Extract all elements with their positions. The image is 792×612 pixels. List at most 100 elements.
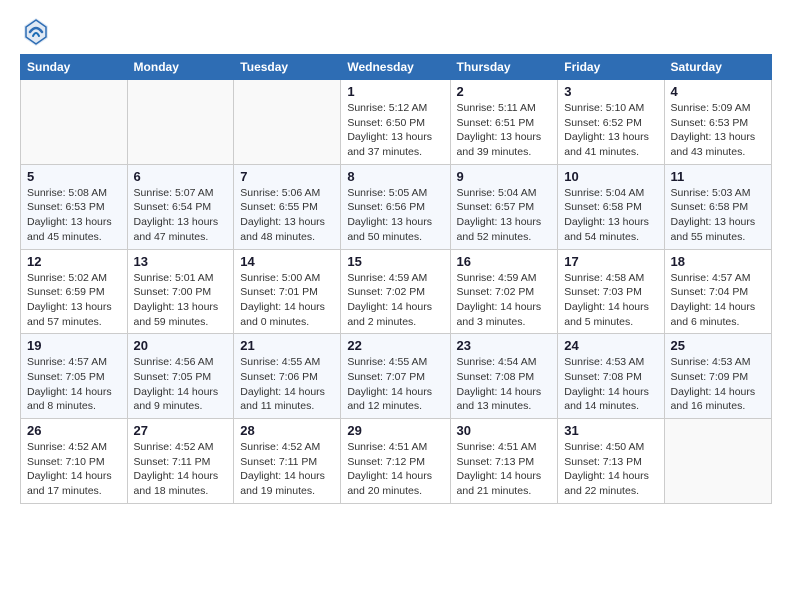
cell-date: 19: [27, 338, 121, 353]
calendar-cell: 6 Sunrise: 5:07 AM Sunset: 6:54 PM Daylig…: [127, 164, 234, 249]
cell-info: Sunrise: 5:10 AM Sunset: 6:52 PM Dayligh…: [564, 101, 657, 160]
calendar-cell: 30 Sunrise: 4:51 AM Sunset: 7:13 PM Dayli…: [450, 419, 558, 504]
cell-info: Sunrise: 5:02 AM Sunset: 6:59 PM Dayligh…: [27, 271, 121, 330]
cell-info: Sunrise: 4:59 AM Sunset: 7:02 PM Dayligh…: [457, 271, 552, 330]
day-header-tuesday: Tuesday: [234, 55, 341, 80]
cell-date: 3: [564, 84, 657, 99]
cell-date: 24: [564, 338, 657, 353]
cell-info: Sunrise: 5:03 AM Sunset: 6:58 PM Dayligh…: [671, 186, 765, 245]
calendar-cell: 13 Sunrise: 5:01 AM Sunset: 7:00 PM Dayli…: [127, 249, 234, 334]
cell-info: Sunrise: 4:55 AM Sunset: 7:06 PM Dayligh…: [240, 355, 334, 414]
cell-info: Sunrise: 5:11 AM Sunset: 6:51 PM Dayligh…: [457, 101, 552, 160]
cell-date: 1: [347, 84, 443, 99]
cell-date: 17: [564, 254, 657, 269]
calendar-cell: [234, 80, 341, 165]
page-header: [20, 16, 772, 44]
calendar-cell: [21, 80, 128, 165]
cell-date: 16: [457, 254, 552, 269]
cell-info: Sunrise: 4:53 AM Sunset: 7:09 PM Dayligh…: [671, 355, 765, 414]
calendar-cell: 12 Sunrise: 5:02 AM Sunset: 6:59 PM Dayli…: [21, 249, 128, 334]
logo: [20, 16, 52, 44]
cell-info: Sunrise: 4:52 AM Sunset: 7:11 PM Dayligh…: [240, 440, 334, 499]
calendar-cell: 10 Sunrise: 5:04 AM Sunset: 6:58 PM Dayli…: [558, 164, 664, 249]
cell-info: Sunrise: 4:59 AM Sunset: 7:02 PM Dayligh…: [347, 271, 443, 330]
cell-date: 21: [240, 338, 334, 353]
cell-info: Sunrise: 5:05 AM Sunset: 6:56 PM Dayligh…: [347, 186, 443, 245]
cell-date: 28: [240, 423, 334, 438]
cell-date: 8: [347, 169, 443, 184]
calendar-cell: 31 Sunrise: 4:50 AM Sunset: 7:13 PM Dayli…: [558, 419, 664, 504]
calendar-cell: 14 Sunrise: 5:00 AM Sunset: 7:01 PM Dayli…: [234, 249, 341, 334]
cell-info: Sunrise: 5:04 AM Sunset: 6:58 PM Dayligh…: [564, 186, 657, 245]
calendar-cell: 22Sunrise: 4:55 AM Sunset: 7:07 PM Dayli…: [341, 334, 450, 419]
cell-date: 14: [240, 254, 334, 269]
cell-info: Sunrise: 5:12 AM Sunset: 6:50 PM Dayligh…: [347, 101, 443, 160]
cell-date: 29: [347, 423, 443, 438]
calendar-cell: [127, 80, 234, 165]
cell-date: 26: [27, 423, 121, 438]
cell-date: 6: [134, 169, 228, 184]
cell-date: 30: [457, 423, 552, 438]
calendar-cell: 8 Sunrise: 5:05 AM Sunset: 6:56 PM Daylig…: [341, 164, 450, 249]
cell-date: 27: [134, 423, 228, 438]
cell-info: Sunrise: 4:51 AM Sunset: 7:13 PM Dayligh…: [457, 440, 552, 499]
cell-info: Sunrise: 5:04 AM Sunset: 6:57 PM Dayligh…: [457, 186, 552, 245]
calendar-cell: 7 Sunrise: 5:06 AM Sunset: 6:55 PM Daylig…: [234, 164, 341, 249]
cell-info: Sunrise: 4:57 AM Sunset: 7:04 PM Dayligh…: [671, 271, 765, 330]
calendar-cell: 11 Sunrise: 5:03 AM Sunset: 6:58 PM Dayli…: [664, 164, 771, 249]
day-header-sunday: Sunday: [21, 55, 128, 80]
calendar-week-2: 5 Sunrise: 5:08 AM Sunset: 6:53 PM Daylig…: [21, 164, 772, 249]
calendar-cell: [664, 419, 771, 504]
calendar-cell: 28 Sunrise: 4:52 AM Sunset: 7:11 PM Dayli…: [234, 419, 341, 504]
cell-info: Sunrise: 5:06 AM Sunset: 6:55 PM Dayligh…: [240, 186, 334, 245]
cell-date: 9: [457, 169, 552, 184]
cell-date: 31: [564, 423, 657, 438]
calendar-cell: 17 Sunrise: 4:58 AM Sunset: 7:03 PM Dayli…: [558, 249, 664, 334]
cell-info: Sunrise: 4:51 AM Sunset: 7:12 PM Dayligh…: [347, 440, 443, 499]
cell-info: Sunrise: 4:50 AM Sunset: 7:13 PM Dayligh…: [564, 440, 657, 499]
cell-info: Sunrise: 4:53 AM Sunset: 7:08 PM Dayligh…: [564, 355, 657, 414]
cell-info: Sunrise: 4:57 AM Sunset: 7:05 PM Dayligh…: [27, 355, 121, 414]
calendar-header-row: SundayMondayTuesdayWednesdayThursdayFrid…: [21, 55, 772, 80]
calendar-table: SundayMondayTuesdayWednesdayThursdayFrid…: [20, 54, 772, 504]
calendar-cell: 4Sunrise: 5:09 AM Sunset: 6:53 PM Daylig…: [664, 80, 771, 165]
day-header-saturday: Saturday: [664, 55, 771, 80]
calendar-cell: 23Sunrise: 4:54 AM Sunset: 7:08 PM Dayli…: [450, 334, 558, 419]
cell-date: 13: [134, 254, 228, 269]
cell-info: Sunrise: 4:52 AM Sunset: 7:10 PM Dayligh…: [27, 440, 121, 499]
calendar-cell: 25Sunrise: 4:53 AM Sunset: 7:09 PM Dayli…: [664, 334, 771, 419]
cell-date: 20: [134, 338, 228, 353]
cell-info: Sunrise: 5:08 AM Sunset: 6:53 PM Dayligh…: [27, 186, 121, 245]
calendar-cell: 24 Sunrise: 4:53 AM Sunset: 7:08 PM Dayli…: [558, 334, 664, 419]
cell-date: 11: [671, 169, 765, 184]
cell-date: 7: [240, 169, 334, 184]
calendar-cell: 9 Sunrise: 5:04 AM Sunset: 6:57 PM Daylig…: [450, 164, 558, 249]
calendar-cell: 5 Sunrise: 5:08 AM Sunset: 6:53 PM Daylig…: [21, 164, 128, 249]
cell-date: 15: [347, 254, 443, 269]
cell-date: 23: [457, 338, 552, 353]
calendar-cell: 20 Sunrise: 4:56 AM Sunset: 7:05 PM Dayli…: [127, 334, 234, 419]
calendar-week-1: 1 Sunrise: 5:12 AM Sunset: 6:50 PM Daylig…: [21, 80, 772, 165]
calendar-cell: 3 Sunrise: 5:10 AM Sunset: 6:52 PM Daylig…: [558, 80, 664, 165]
cell-date: 22: [347, 338, 443, 353]
calendar-week-3: 12 Sunrise: 5:02 AM Sunset: 6:59 PM Dayli…: [21, 249, 772, 334]
cell-date: 12: [27, 254, 121, 269]
day-header-thursday: Thursday: [450, 55, 558, 80]
day-header-monday: Monday: [127, 55, 234, 80]
cell-info: Sunrise: 4:56 AM Sunset: 7:05 PM Dayligh…: [134, 355, 228, 414]
calendar-cell: 2Sunrise: 5:11 AM Sunset: 6:51 PM Daylig…: [450, 80, 558, 165]
cell-date: 10: [564, 169, 657, 184]
day-header-friday: Friday: [558, 55, 664, 80]
cell-info: Sunrise: 5:07 AM Sunset: 6:54 PM Dayligh…: [134, 186, 228, 245]
calendar-cell: 16 Sunrise: 4:59 AM Sunset: 7:02 PM Dayli…: [450, 249, 558, 334]
calendar-cell: 1 Sunrise: 5:12 AM Sunset: 6:50 PM Daylig…: [341, 80, 450, 165]
cell-date: 5: [27, 169, 121, 184]
cell-info: Sunrise: 5:01 AM Sunset: 7:00 PM Dayligh…: [134, 271, 228, 330]
calendar-week-4: 19 Sunrise: 4:57 AM Sunset: 7:05 PM Dayli…: [21, 334, 772, 419]
cell-info: Sunrise: 4:58 AM Sunset: 7:03 PM Dayligh…: [564, 271, 657, 330]
cell-info: Sunrise: 5:00 AM Sunset: 7:01 PM Dayligh…: [240, 271, 334, 330]
cell-date: 18: [671, 254, 765, 269]
calendar-cell: 15 Sunrise: 4:59 AM Sunset: 7:02 PM Dayli…: [341, 249, 450, 334]
calendar-cell: 18 Sunrise: 4:57 AM Sunset: 7:04 PM Dayli…: [664, 249, 771, 334]
cell-date: 4: [671, 84, 765, 99]
